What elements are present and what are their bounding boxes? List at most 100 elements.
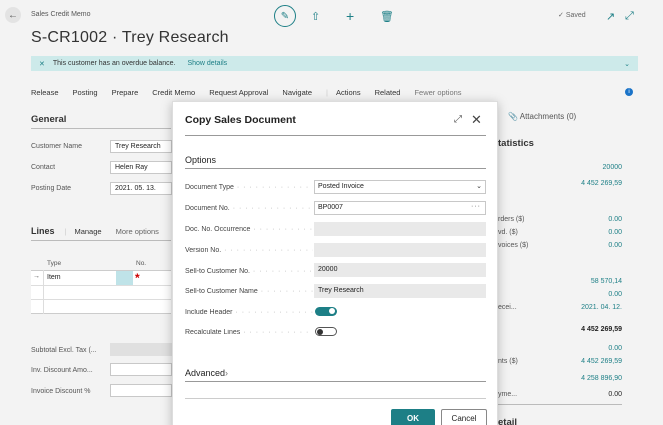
line-no-cell[interactable] xyxy=(116,271,133,285)
lines-toolbar: Lines | Manage More options xyxy=(31,226,159,236)
stat-value[interactable]: 0.00 xyxy=(562,216,622,223)
stat-label: nts ($) xyxy=(498,358,518,365)
row-pointer-icon[interactable]: → xyxy=(33,273,40,280)
action-actions[interactable]: Actions xyxy=(336,88,361,97)
options-section-title[interactable]: Options xyxy=(185,155,216,165)
attachments-link[interactable]: 📎 Attachments (0) xyxy=(508,112,576,121)
notice-text: This customer has an overdue balance. xyxy=(52,60,176,67)
stats-divider xyxy=(498,404,622,405)
customer-name-label: Customer Name xyxy=(31,143,82,150)
info-icon[interactable]: i xyxy=(625,88,633,96)
back-icon[interactable]: ← xyxy=(5,7,21,23)
doc-no-occurrence-label: Doc. No. Occurrence xyxy=(185,226,313,233)
stat-value[interactable]: 0.00 xyxy=(562,345,622,352)
grid-line xyxy=(31,299,171,300)
customer-name-field[interactable]: Trey Research xyxy=(110,140,172,153)
stat-value[interactable]: 20000 xyxy=(562,164,622,171)
lookup-ellipsis-icon[interactable]: ··· xyxy=(471,203,481,210)
invoice-discount-pct-label: Invoice Discount % xyxy=(31,388,91,395)
chevron-right-icon: › xyxy=(225,368,229,378)
recalculate-lines-label: Recalculate Lines xyxy=(185,329,313,336)
stat-value: 4 452 269,59 xyxy=(581,326,622,333)
stat-label: yme... xyxy=(498,391,518,398)
contact-label: Contact xyxy=(31,164,56,171)
toggle-knob xyxy=(317,329,323,335)
posting-date-label: Posting Date xyxy=(31,185,72,192)
stat-value[interactable]: 0.00 xyxy=(562,242,622,249)
lines-separator: | xyxy=(64,226,67,236)
stat-label: ecei... xyxy=(498,304,517,311)
posting-date-field[interactable]: 2021. 05. 13. xyxy=(110,182,172,195)
stat-label: vd. ($) xyxy=(498,229,518,236)
toggle-knob xyxy=(329,308,335,314)
version-no-field xyxy=(314,243,486,257)
copy-sales-document-dialog: Copy Sales Document ⤢ ✕ Options Document… xyxy=(172,101,498,425)
sell-to-customer-no-label: Sell-to Customer No. xyxy=(185,268,313,275)
column-no-header[interactable]: No. xyxy=(136,260,146,267)
stat-value[interactable]: 4 452 269,59 xyxy=(562,358,622,365)
action-request-approval[interactable]: Request Approval xyxy=(209,88,268,97)
share-icon[interactable]: ⇧ xyxy=(311,10,320,23)
general-divider xyxy=(31,128,171,129)
overdue-notification: ✕ This customer has an overdue balance. … xyxy=(31,56,638,71)
stat-value[interactable]: 4 258 896,90 xyxy=(562,375,622,382)
footer-divider xyxy=(185,398,486,399)
close-icon[interactable]: ✕ xyxy=(471,112,482,128)
lines-divider xyxy=(31,240,171,241)
general-section-title[interactable]: General xyxy=(31,114,66,125)
stat-value[interactable]: 0.00 xyxy=(562,291,622,298)
details-title[interactable]: etail xyxy=(498,417,517,425)
advanced-divider xyxy=(185,381,486,382)
inv-discount-amount-field[interactable] xyxy=(110,363,172,376)
invoice-discount-pct-field[interactable] xyxy=(110,384,172,397)
required-indicator: * xyxy=(135,271,140,285)
stat-value[interactable]: 4 452 269,59 xyxy=(562,180,622,187)
action-posting[interactable]: Posting xyxy=(73,88,98,97)
inv-discount-amount-label: Inv. Discount Amo... xyxy=(31,367,93,374)
sell-to-customer-no-field: 20000 xyxy=(314,263,486,277)
action-bar: Release Posting Prepare Credit Memo Requ… xyxy=(31,88,476,97)
action-prepare[interactable]: Prepare xyxy=(112,88,139,97)
stat-value[interactable]: 0.00 xyxy=(562,229,622,236)
options-divider xyxy=(185,168,486,169)
page-title: S-CR1002 · Trey Research xyxy=(31,29,229,46)
grid-line xyxy=(31,285,171,286)
add-icon[interactable]: + xyxy=(346,8,354,24)
cancel-button[interactable]: Cancel xyxy=(441,409,487,425)
stat-label: rders ($) xyxy=(498,216,525,223)
document-type-select[interactable]: Posted Invoice ⌄ xyxy=(314,180,486,194)
stat-label: voices ($) xyxy=(498,242,529,249)
version-no-label: Version No. xyxy=(185,247,313,254)
open-new-window-icon[interactable]: ↗ xyxy=(606,10,615,23)
collapse-icon[interactable]: ⤢ xyxy=(625,10,634,23)
lines-more-options[interactable]: More options xyxy=(116,227,159,236)
action-navigate[interactable]: Navigate xyxy=(282,88,312,97)
stat-value[interactable]: 2021. 04. 12. xyxy=(562,304,622,311)
document-no-input[interactable]: BP0007 ··· xyxy=(314,201,486,215)
delete-icon[interactable]: 🗑 xyxy=(380,10,394,23)
sell-to-customer-name-field: Trey Research xyxy=(314,284,486,298)
expand-icon[interactable]: ⤢ xyxy=(454,114,462,125)
advanced-section-title[interactable]: Advanced› xyxy=(185,368,228,378)
lines-title[interactable]: Lines xyxy=(31,226,55,236)
subtotal-label: Subtotal Excl. Tax (... xyxy=(31,347,97,354)
dialog-header-divider xyxy=(185,135,486,136)
action-related[interactable]: Related xyxy=(375,88,401,97)
statistics-title[interactable]: tatistics xyxy=(498,138,534,149)
dismiss-icon[interactable]: ✕ xyxy=(39,60,45,68)
action-fewer-options[interactable]: Fewer options xyxy=(414,88,461,97)
ok-button[interactable]: OK xyxy=(391,409,435,425)
contact-field[interactable]: Helen Ray xyxy=(110,161,172,174)
chevron-down-icon[interactable]: ⌄ xyxy=(624,60,630,68)
stat-value[interactable]: 58 570,14 xyxy=(562,278,622,285)
lines-manage[interactable]: Manage xyxy=(74,227,101,236)
action-credit-memo[interactable]: Credit Memo xyxy=(152,88,195,97)
include-header-toggle[interactable] xyxy=(315,307,337,316)
recalculate-lines-toggle[interactable] xyxy=(315,327,337,336)
line-type-cell[interactable]: Item xyxy=(47,274,61,281)
column-type-header[interactable]: Type xyxy=(47,260,61,267)
show-details-link[interactable]: Show details xyxy=(187,60,227,67)
sell-to-customer-name-label: Sell-to Customer Name xyxy=(185,288,313,295)
action-release[interactable]: Release xyxy=(31,88,59,97)
edit-icon[interactable]: ✎ xyxy=(274,5,296,27)
